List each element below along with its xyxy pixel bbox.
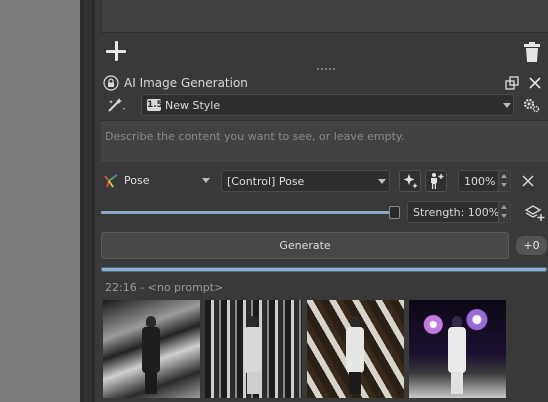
- panel-titlebar: AI Image Generation: [101, 74, 548, 92]
- mode-chevron-icon[interactable]: [202, 178, 210, 183]
- style-version-badge: 1.5: [147, 99, 163, 111]
- settings-icon[interactable]: [522, 96, 540, 114]
- history-thumbnail[interactable]: [205, 300, 302, 398]
- history-thumbnail[interactable]: [409, 300, 506, 398]
- pose-icon: [104, 174, 118, 188]
- spin-arrows[interactable]: [498, 171, 510, 191]
- strength-slider[interactable]: [101, 211, 391, 214]
- history-header: 22:16 - <no prompt>: [105, 281, 224, 294]
- control-layer-select[interactable]: [Control] Pose: [221, 170, 390, 192]
- add-layer-icon[interactable]: [525, 204, 545, 222]
- chevron-down-icon: [378, 179, 386, 184]
- strength-label: Strength: 100%: [413, 206, 500, 219]
- control-layer-row: Pose [Control] Pose 100%: [101, 168, 548, 194]
- resize-grip[interactable]: [317, 68, 335, 72]
- history-thumbnails: [103, 300, 515, 402]
- generate-control-button[interactable]: [399, 170, 421, 192]
- spin-arrows[interactable]: [498, 202, 510, 222]
- sparkle-icon: [403, 174, 418, 189]
- control-strength-spinbox[interactable]: 100%: [458, 170, 511, 192]
- float-icon[interactable]: [505, 76, 519, 90]
- style-name: New Style: [165, 99, 221, 112]
- batch-count-badge[interactable]: +0: [516, 236, 547, 255]
- chevron-down-icon: [503, 103, 511, 108]
- close-icon[interactable]: [528, 76, 542, 90]
- generate-row: Generate +0: [101, 232, 548, 260]
- panel-title: AI Image Generation: [124, 76, 248, 90]
- history-thumbnail[interactable]: [307, 300, 404, 398]
- progress-fill: [102, 268, 546, 271]
- history-thumbnail[interactable]: [103, 300, 200, 398]
- add-pose-button[interactable]: [425, 170, 447, 192]
- strength-slider-handle[interactable]: [389, 206, 400, 219]
- control-mode[interactable]: Pose: [124, 174, 149, 187]
- style-row: 1.5 New Style: [101, 93, 548, 117]
- prompt-placeholder: Describe the content you want to see, or…: [105, 130, 405, 143]
- dock-separator: [80, 0, 95, 402]
- prompt-input[interactable]: Describe the content you want to see, or…: [101, 120, 548, 162]
- strength-row: Strength: 100%: [101, 200, 548, 226]
- progress-bar: [101, 267, 547, 272]
- generate-button[interactable]: Generate: [101, 232, 509, 259]
- control-strength-value: 100%: [464, 175, 496, 188]
- layers-list[interactable]: [101, 0, 548, 33]
- add-icon[interactable]: [105, 40, 127, 62]
- wand-icon[interactable]: [107, 97, 129, 113]
- control-layer-name: [Control] Pose: [227, 175, 305, 188]
- close-icon[interactable]: [522, 175, 534, 187]
- lock-icon[interactable]: [103, 75, 119, 91]
- trash-icon[interactable]: [523, 41, 541, 63]
- docker-panel: AI Image Generation 1.5 New Style Descri…: [95, 0, 548, 402]
- strength-spinbox[interactable]: Strength: 100%: [407, 201, 511, 223]
- dock-scrollbar[interactable]: [82, 0, 93, 402]
- person-add-icon: [431, 173, 444, 189]
- style-select[interactable]: 1.5 New Style: [141, 94, 514, 116]
- canvas-area: [0, 0, 80, 402]
